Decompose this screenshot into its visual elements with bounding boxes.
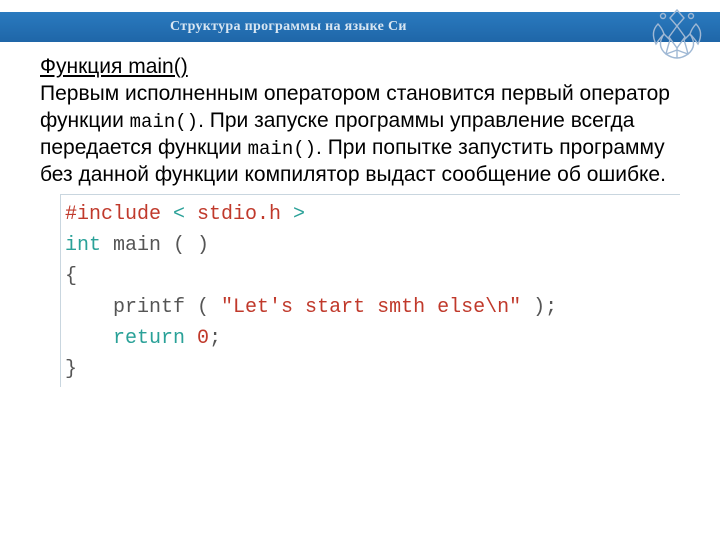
code-token-angle: > bbox=[281, 203, 305, 226]
inline-code: main() bbox=[248, 138, 316, 160]
code-block: #include < stdio.h > int main ( ) { prin… bbox=[60, 194, 680, 387]
code-token-fn: main bbox=[101, 234, 173, 257]
slide-title: Структура программы на языке Си bbox=[170, 19, 407, 35]
crest-icon bbox=[646, 4, 708, 71]
code-indent bbox=[65, 296, 113, 319]
code-token-punct: { bbox=[65, 265, 77, 288]
code-token-punct: ); bbox=[521, 296, 557, 319]
header-bar: Структура программы на языке Си bbox=[0, 12, 720, 42]
code-token-punct: ( bbox=[197, 296, 221, 319]
section-heading: Функция main() bbox=[40, 55, 188, 78]
code-token-angle: < bbox=[161, 203, 197, 226]
body-text: Функция main() Первым исполненным операт… bbox=[40, 54, 676, 188]
code-token-space bbox=[185, 327, 197, 350]
code-indent bbox=[65, 327, 113, 350]
inline-code: main() bbox=[130, 111, 198, 133]
code-token-keyword: int bbox=[65, 234, 101, 257]
code-token-preproc: #include bbox=[65, 203, 161, 226]
code-token-punct: ; bbox=[209, 327, 221, 350]
code-token-string: "Let's start smth else\n" bbox=[221, 296, 521, 319]
code-token-fn: printf bbox=[113, 296, 197, 319]
code-token-header: stdio.h bbox=[197, 203, 281, 226]
code-token-number: 0 bbox=[197, 327, 209, 350]
code-token-keyword: return bbox=[113, 327, 185, 350]
code-token-punct: ( ) bbox=[173, 234, 209, 257]
code-token-punct: } bbox=[65, 358, 77, 381]
